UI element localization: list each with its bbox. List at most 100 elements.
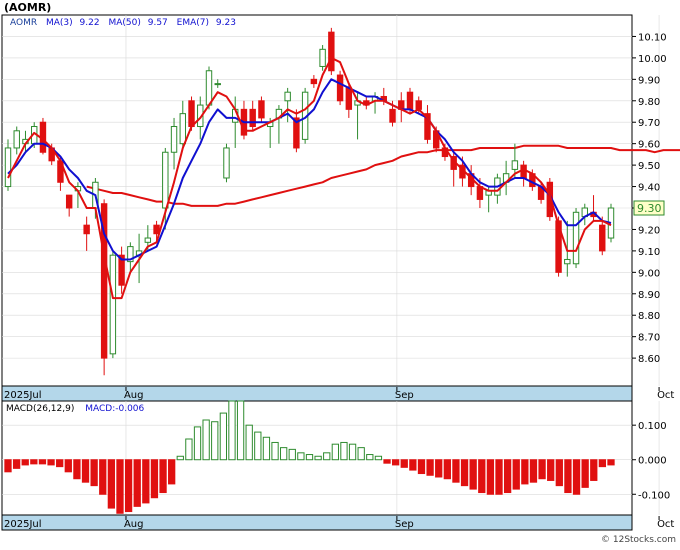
macd-bar-negative <box>383 459 391 464</box>
macd-bar-negative <box>478 459 486 494</box>
macd-bar-positive <box>211 421 219 461</box>
last-price-tag: 9.30 <box>633 200 665 216</box>
candle-down <box>65 194 73 209</box>
macd-bar-negative <box>581 459 589 488</box>
date-label: 2025Jul <box>4 519 42 530</box>
price-tick-label: 10.00 <box>638 54 667 65</box>
legend-ema7-value: 9.23 <box>216 18 236 28</box>
legend-ema7-label: EMA(7) <box>177 18 209 28</box>
candle-up <box>319 48 326 67</box>
macd-bar-positive <box>280 447 288 461</box>
macd-bar-negative <box>503 459 512 494</box>
macd-bar-negative <box>168 459 176 485</box>
macd-tick-label: 0.100 <box>638 421 667 432</box>
candle-down <box>406 91 414 110</box>
candle-up <box>4 147 12 188</box>
macd-bar-negative <box>607 459 615 466</box>
date-label: 2025Jul <box>4 390 42 401</box>
candle-up <box>13 130 20 149</box>
macd-bar-positive <box>331 443 339 461</box>
macd-bar-negative <box>417 459 426 475</box>
macd-bar-negative <box>21 459 29 466</box>
candle-up <box>572 211 580 265</box>
price-axis: 8.60 8.70 8.80 8.90 9.00 9.10 9.20 9.30 9.40 9.50… <box>632 32 667 365</box>
price-tick-label: 9.50 <box>638 161 660 172</box>
candle-down <box>415 100 422 110</box>
macd-bar-negative <box>150 459 159 499</box>
price-tick-label: 8.90 <box>638 290 660 301</box>
macd-bar-positive <box>348 443 357 461</box>
candle-down <box>310 78 318 85</box>
candle-up <box>284 91 291 102</box>
macd-bar-negative <box>590 459 598 481</box>
legend-symbol: AOMR <box>10 18 37 28</box>
macd-bar-negative <box>521 459 529 485</box>
macd-bar-negative <box>81 459 90 483</box>
macd-bar-negative <box>90 459 98 487</box>
macd-bar-positive <box>176 455 184 461</box>
macd-bar-positive <box>219 412 228 461</box>
watermark: © 12Stocks.com <box>601 535 676 545</box>
price-tick-label: 9.20 <box>638 225 660 236</box>
chart-container: 8.60 8.70 8.80 8.90 9.00 9.10 9.20 9.30 9.40 9.50… <box>0 0 680 546</box>
macd-bar-negative <box>30 459 38 465</box>
macd-bar-positive <box>254 431 262 461</box>
price-tick-label: 9.60 <box>638 140 660 151</box>
candle-down <box>258 100 265 119</box>
candle-up <box>144 237 152 243</box>
candle-down <box>188 100 195 128</box>
macd-bar-negative <box>12 459 21 469</box>
macd-bar-positive <box>193 426 202 461</box>
macd-axis: 0.100 0.000 -0.100 <box>632 421 670 501</box>
macd-bar-negative <box>4 459 12 473</box>
date-label: Oct <box>657 519 674 530</box>
macd-bar-negative <box>73 459 81 480</box>
macd-bar-negative <box>495 459 503 495</box>
macd-bar-negative <box>99 459 107 495</box>
macd-bar-negative <box>564 459 572 494</box>
macd-legend: MACD(26,12,9) MACD:-0.006 <box>6 404 145 414</box>
svg-text:MACD(26,12,9) MACD:-0.: MACD(26,12,9) MACD:-0.006 <box>6 404 145 414</box>
candle-down <box>345 87 353 110</box>
macd-bar-positive <box>374 455 383 461</box>
candle-up <box>223 147 230 179</box>
date-label: Oct <box>657 390 674 401</box>
candle-down <box>389 108 396 123</box>
date-label: Sep <box>395 390 414 401</box>
chart-title: (AOMR) <box>4 1 51 14</box>
legend-ma3-value: 9.22 <box>80 18 100 28</box>
date-axis-band <box>1 385 633 402</box>
macd-bar-positive <box>366 454 374 461</box>
candle-up <box>214 83 221 86</box>
candle-up <box>564 258 571 265</box>
price-tick-label: 9.00 <box>638 268 660 279</box>
price-tick-label: 10.10 <box>638 32 667 43</box>
macd-bar-positive <box>323 452 331 461</box>
macd-bar-negative <box>555 459 563 487</box>
macd-tick-label: 0.000 <box>638 456 667 467</box>
macd-legend-value: MACD:-0.006 <box>85 404 144 414</box>
macd-legend-label: MACD(26,12,9) <box>6 404 74 414</box>
last-price-label: 9.30 <box>637 202 662 215</box>
candle-up <box>179 113 186 145</box>
candle-down <box>83 224 90 235</box>
macd-bar-negative <box>400 459 408 468</box>
macd-bar-positive <box>185 438 193 461</box>
macd-bar-negative <box>460 459 469 487</box>
macd-bar-negative <box>64 459 72 473</box>
macd-bar-negative <box>47 459 55 466</box>
macd-bar-negative <box>598 459 607 468</box>
macd-bar-negative <box>124 459 133 513</box>
candle-down <box>328 31 335 72</box>
macd-bar-positive <box>340 441 348 461</box>
macd-bar-negative <box>159 459 167 494</box>
macd-bar-negative <box>38 459 47 465</box>
macd-bar-negative <box>107 459 116 509</box>
macd-bar-negative <box>538 459 546 480</box>
price-tick-label: 9.90 <box>638 75 660 86</box>
candle-up <box>109 254 117 355</box>
date-label: Aug <box>124 519 144 530</box>
candle-up <box>205 70 213 106</box>
macd-bar-negative <box>133 459 141 507</box>
macd-bar-positive <box>202 419 210 461</box>
